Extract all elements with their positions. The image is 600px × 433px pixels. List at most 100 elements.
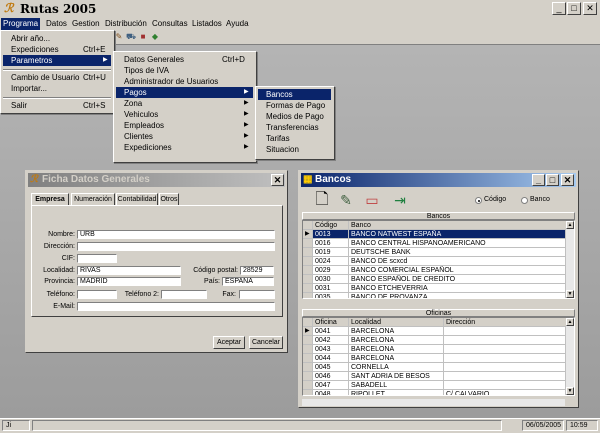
row-indicator: ▶ <box>303 327 313 336</box>
fax-label: Fax: <box>222 291 236 298</box>
toolbar-map-icon[interactable]: ◆ <box>148 30 162 44</box>
oficina-row[interactable]: 0047 SABADELL <box>303 381 566 390</box>
menu-pagos[interactable]: Pagos ▶ <box>116 87 253 98</box>
cancelar-button[interactable]: Cancelar <box>249 336 283 349</box>
banco-row[interactable]: 0029 BANCO COMERCIAL ESPAÑOL <box>303 266 566 275</box>
menu-salir[interactable]: Salir Ctrl+S <box>3 100 111 111</box>
menu-vehiculos[interactable]: Vehiculos ▶ <box>116 109 253 120</box>
banco-row[interactable]: 0016 BANCO CENTRAL HISPANOAMERICANO <box>303 239 566 248</box>
bancos-grid[interactable]: Código Banco ▶ 0013 BANCO NATWEST ESPAÑA 00… <box>302 220 575 299</box>
menu-datos[interactable]: Datos <box>44 18 69 30</box>
menu-formas-pago[interactable]: Formas de Pago <box>258 100 331 111</box>
banco-row[interactable]: 0019 DEUTSCHE BANK <box>303 248 566 257</box>
oficina-row[interactable]: 0042 BARCELONA <box>303 336 566 345</box>
banco-row[interactable]: ▶ 0013 BANCO NATWEST ESPAÑA <box>303 230 566 239</box>
fax-field[interactable] <box>239 290 275 299</box>
menu-clientes[interactable]: Clientes ▶ <box>116 131 253 142</box>
oficina-row[interactable]: ▶ 0041 BARCELONA <box>303 327 566 336</box>
menu-expediciones-sub[interactable]: Expediciones ▶ <box>116 142 253 153</box>
menu-tarifas[interactable]: Tarifas <box>258 133 331 144</box>
col-banco[interactable]: Banco <box>349 221 568 230</box>
banco-row[interactable]: 0024 BANCO DE scxcd <box>303 257 566 266</box>
telefono-field[interactable] <box>77 290 117 299</box>
oficina-row[interactable]: 0048 RIPOLLET C/ CALVARIO <box>303 390 566 395</box>
oficina-localidad-cell: BARCELONA <box>349 345 444 354</box>
menu-empleados[interactable]: Empleados ▶ <box>116 120 253 131</box>
oficinas-hscrollbar[interactable] <box>302 399 565 406</box>
menu-bancos[interactable]: Bancos <box>258 89 331 100</box>
tab-otros[interactable]: Otros <box>159 193 179 205</box>
close-button[interactable]: ✕ <box>583 2 597 15</box>
col-localidad[interactable]: Localidad <box>349 318 444 327</box>
cif-field[interactable] <box>77 254 117 263</box>
aceptar-button[interactable]: Aceptar <box>213 336 245 349</box>
ficha-close-button[interactable]: ✕ <box>271 174 284 186</box>
row-indicator: ▶ <box>303 230 313 239</box>
codigo-postal-field[interactable]: 28529 <box>240 266 274 275</box>
bancos-maximize-button[interactable]: □ <box>546 174 559 186</box>
menu-datos-generales[interactable]: Datos Generales Ctrl+D <box>116 54 253 65</box>
tab-contabilidad[interactable]: Contabilidad <box>116 193 158 205</box>
oficina-codigo-cell: 0041 <box>313 327 349 336</box>
menu-cambio-usuario[interactable]: Cambio de Usuario Ctrl+U <box>3 72 111 83</box>
menu-tipos-iva[interactable]: Tipos de IVA <box>116 65 253 76</box>
maximize-button[interactable]: □ <box>567 2 581 15</box>
row-indicator <box>303 248 313 257</box>
scroll-down-icon[interactable]: ▼ <box>566 387 574 395</box>
menu-gestion[interactable]: Gestion <box>70 18 102 30</box>
menu-importar[interactable]: Importar... <box>3 83 111 94</box>
new-document-icon[interactable]: 🗋 <box>313 191 331 209</box>
edit-icon[interactable]: ✎ <box>337 191 355 209</box>
radio-codigo[interactable] <box>475 197 482 204</box>
bancos-minimize-button[interactable]: _ <box>532 174 545 186</box>
nombre-field[interactable]: URB <box>77 230 275 239</box>
menu-situacion[interactable]: Situacion <box>258 144 331 155</box>
menu-programa[interactable]: Programa <box>1 18 41 30</box>
menu-consultas[interactable]: Consultas <box>150 18 190 30</box>
menu-admin-usuarios[interactable]: Administrador de Usuarios <box>116 76 253 87</box>
banco-row[interactable]: 0035 BANCO DE PROVANZA <box>303 293 566 298</box>
menu-expediciones[interactable]: Expediciones Ctrl+E <box>3 44 111 55</box>
oficina-row[interactable]: 0045 CORNELLA <box>303 363 566 372</box>
col-direccion[interactable]: Dirección <box>444 318 568 327</box>
col-oficina[interactable]: Oficina <box>313 318 349 327</box>
delete-eraser-icon[interactable]: ▭ <box>363 191 381 209</box>
oficinas-grid[interactable]: Oficina Localidad Dirección ▶ 0041 BARCELO… <box>302 317 575 396</box>
exit-door-icon[interactable]: ⇥ <box>391 191 409 209</box>
menu-medios-pago[interactable]: Medios de Pago <box>258 111 331 122</box>
menu-listados[interactable]: Listados <box>190 18 224 30</box>
row-indicator <box>303 390 313 395</box>
col-codigo[interactable]: Código <box>313 221 349 230</box>
bancos-scrollbar[interactable]: ▲ ▼ <box>566 221 574 298</box>
bancos-close-button[interactable]: ✕ <box>561 174 574 186</box>
oficinas-scrollbar[interactable]: ▲ ▼ <box>566 318 574 395</box>
menu-ayuda[interactable]: Ayuda <box>224 18 251 30</box>
radio-banco[interactable] <box>521 197 528 204</box>
pais-field[interactable]: ESPAÑA <box>222 277 274 286</box>
oficina-row[interactable]: 0046 SANT ADRIA DE BESOS <box>303 372 566 381</box>
menu-abrir-ano[interactable]: Abrir año... <box>3 33 111 44</box>
oficina-row[interactable]: 0044 BARCELONA <box>303 354 566 363</box>
banco-row[interactable]: 0030 BANCO ESPAÑOL DE CREDITO <box>303 275 566 284</box>
provincia-field[interactable]: MADRID <box>77 277 181 286</box>
email-field[interactable] <box>77 302 275 311</box>
direccion-field[interactable] <box>77 242 275 251</box>
oficina-direccion-cell <box>444 327 566 336</box>
menu-parametros[interactable]: Parametros ▶ <box>3 55 111 66</box>
minimize-button[interactable]: _ <box>552 2 566 15</box>
scroll-up-icon[interactable]: ▲ <box>566 318 574 326</box>
tab-numeracion[interactable]: Numeración <box>71 193 115 205</box>
menu-distribucion[interactable]: Distribución <box>103 18 149 30</box>
bancos-window: ▦ Bancos _ □ ✕ 🗋 ✎ ▭ ⇥ Código Banco Banc… <box>298 170 579 408</box>
menu-zona[interactable]: Zona ▶ <box>116 98 253 109</box>
banco-codigo-cell: 0024 <box>313 257 349 266</box>
banco-row[interactable]: 0031 BANCO ETCHEVERRIA <box>303 284 566 293</box>
oficina-row[interactable]: 0043 BARCELONA <box>303 345 566 354</box>
tab-empresa[interactable]: Empresa <box>31 193 69 205</box>
scroll-up-icon[interactable]: ▲ <box>566 221 574 229</box>
telefono2-field[interactable] <box>161 290 207 299</box>
bancos-grid-header: Código Banco <box>303 221 568 230</box>
scroll-down-icon[interactable]: ▼ <box>566 290 574 298</box>
menu-transferencias[interactable]: Transferencias <box>258 122 331 133</box>
localidad-field[interactable]: RIVAS <box>77 266 181 275</box>
